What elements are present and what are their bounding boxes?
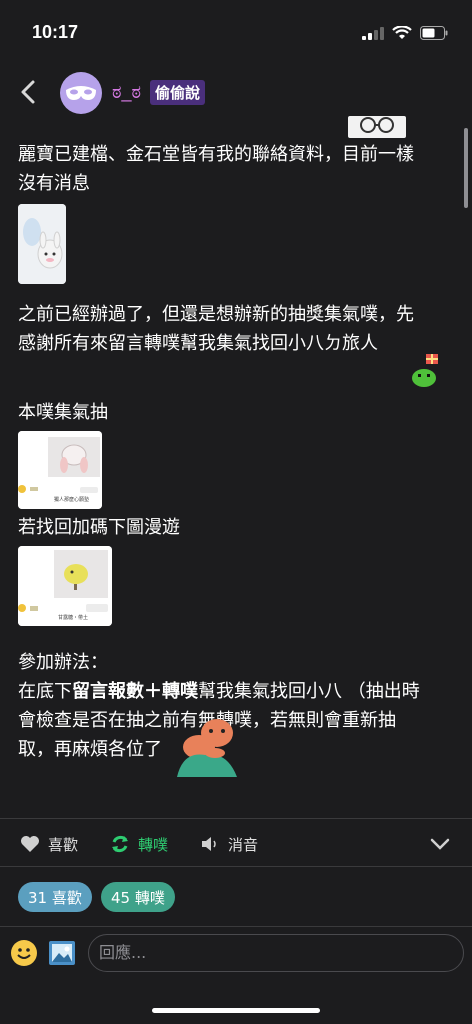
prize-card-1[interactable]: 獨人那麼心願墊 xyxy=(18,431,102,509)
status-icons xyxy=(362,26,448,40)
author-nickname[interactable]: ಠ_ಠ xyxy=(112,82,141,103)
scrollbar[interactable] xyxy=(464,128,468,208)
rules-prefix: 在底下 xyxy=(18,681,72,702)
reply-bar: 回應... xyxy=(0,928,472,988)
like-label: 喜歡 xyxy=(48,835,79,854)
chevron-down-icon[interactable] xyxy=(430,838,450,850)
prize-card-caption: 獨人那麼心願墊 xyxy=(54,497,90,503)
speaker-icon xyxy=(202,837,216,851)
plush-photo[interactable] xyxy=(18,204,66,284)
divider xyxy=(0,926,472,927)
status-bar: 10:17 xyxy=(0,0,472,64)
divider xyxy=(0,866,472,867)
rules-text-line: 在底下留言報數＋轉噗幫我集氣找回小八 （抽出時 xyxy=(18,677,448,706)
rules-text-line: 取，再麻煩各位了 xyxy=(18,719,448,777)
status-time: 10:17 xyxy=(32,22,79,42)
replurks-count-pill[interactable]: 45 轉噗 xyxy=(101,882,175,912)
image-upload-icon[interactable] xyxy=(48,940,76,966)
replurk-icon xyxy=(112,835,129,853)
mute-label: 消音 xyxy=(228,835,259,854)
back-chevron-icon[interactable] xyxy=(16,78,40,106)
home-indicator[interactable] xyxy=(152,1008,320,1013)
replurk-button[interactable]: 轉噗 xyxy=(110,834,168,855)
section-heading: 本噗集氣抽 xyxy=(18,402,108,423)
likes-count-pill[interactable]: 31 喜歡 xyxy=(18,882,92,912)
avatar[interactable] xyxy=(60,72,102,114)
post-content: 麗寶已建檔、金石堂皆有我的聯絡資料，目前一樣 沒有消息 之前已經辦過了，但還是想… xyxy=(18,140,448,777)
rules-heading: 參加辦法： xyxy=(18,652,108,673)
sticker-image xyxy=(348,116,406,138)
battery-icon xyxy=(420,26,448,40)
action-bar: 喜歡 轉噗 消音 xyxy=(0,826,472,862)
hug-emoticon xyxy=(175,717,239,777)
like-button[interactable]: 喜歡 xyxy=(20,834,78,855)
heart-icon xyxy=(21,836,39,852)
divider xyxy=(0,818,472,819)
rules-suffix: 幫我集氣找回小八 （抽出時 xyxy=(198,681,420,702)
wifi-icon xyxy=(392,26,412,39)
mute-button[interactable]: 消音 xyxy=(200,834,258,855)
replurk-label: 轉噗 xyxy=(138,835,169,854)
post-text-line: 沒有消息 xyxy=(18,173,90,194)
reply-input[interactable]: 回應... xyxy=(88,934,464,972)
gift-emoticon xyxy=(410,354,442,390)
rules-bold: 留言報數＋轉噗 xyxy=(72,681,198,702)
post-text-line: 之前已經辦過了，但還是想辦新的抽獎集氣噗，先 xyxy=(18,304,414,325)
emoticon-smile-icon[interactable] xyxy=(10,939,38,967)
section-heading: 若找回加碼下圖漫遊 xyxy=(18,517,180,538)
mask-icon xyxy=(66,86,96,100)
anonymous-badge: 偷偷說 xyxy=(150,80,206,105)
signal-icon xyxy=(362,27,384,40)
plurk-header: ಠ_ಠ 偷偷說 xyxy=(0,64,472,122)
prize-card-2[interactable]: 甘露糖・帶土 xyxy=(18,546,112,626)
post-text-line: 麗寶已建檔、金石堂皆有我的聯絡資料，目前一樣 xyxy=(18,144,414,165)
prize-card-caption: 甘露糖・帶土 xyxy=(58,615,89,621)
post-text-line: 感謝所有來留言轉噗幫我集氣找回小八ㄉ旅人 xyxy=(18,333,378,354)
